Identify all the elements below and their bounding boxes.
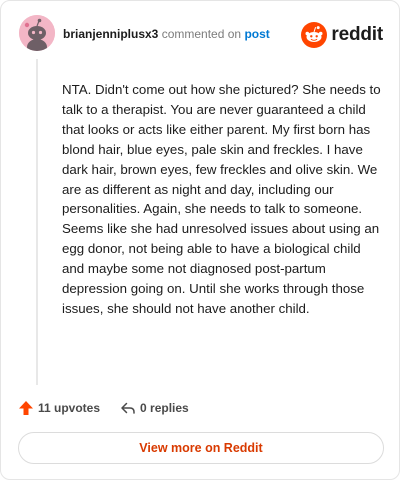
reddit-wordmark: reddit bbox=[331, 24, 383, 45]
view-more-on-reddit-button[interactable]: View more on Reddit bbox=[18, 432, 384, 464]
comment-header: brianjenniplusx3 commented on post reddi… bbox=[19, 15, 383, 55]
comment-body: NTA. Didn't come out how she pictured? S… bbox=[62, 82, 381, 316]
reddit-comment-embed: brianjenniplusx3 commented on post reddi… bbox=[0, 0, 400, 480]
comment-actions: 11 upvotes 0 replies bbox=[18, 398, 189, 418]
upvote-button[interactable]: 11 upvotes bbox=[18, 400, 100, 416]
reply-arrow-icon bbox=[121, 402, 135, 414]
avatar[interactable] bbox=[19, 15, 55, 51]
upvote-count: 11 upvotes bbox=[38, 401, 101, 415]
username-link[interactable]: brianjenniplusx3 bbox=[63, 27, 158, 41]
action-text: commented on bbox=[161, 27, 242, 41]
upvote-arrow-icon bbox=[19, 401, 33, 415]
post-link[interactable]: post bbox=[244, 27, 269, 41]
byline: brianjenniplusx3 commented on post bbox=[63, 27, 270, 41]
reply-button[interactable]: 0 replies bbox=[120, 400, 189, 416]
thread-line bbox=[36, 59, 38, 385]
avatar-snoo-icon bbox=[19, 15, 55, 51]
reply-count: 0 replies bbox=[140, 401, 189, 415]
reddit-logo[interactable]: reddit bbox=[301, 21, 383, 49]
reddit-snoo-icon bbox=[301, 22, 328, 48]
